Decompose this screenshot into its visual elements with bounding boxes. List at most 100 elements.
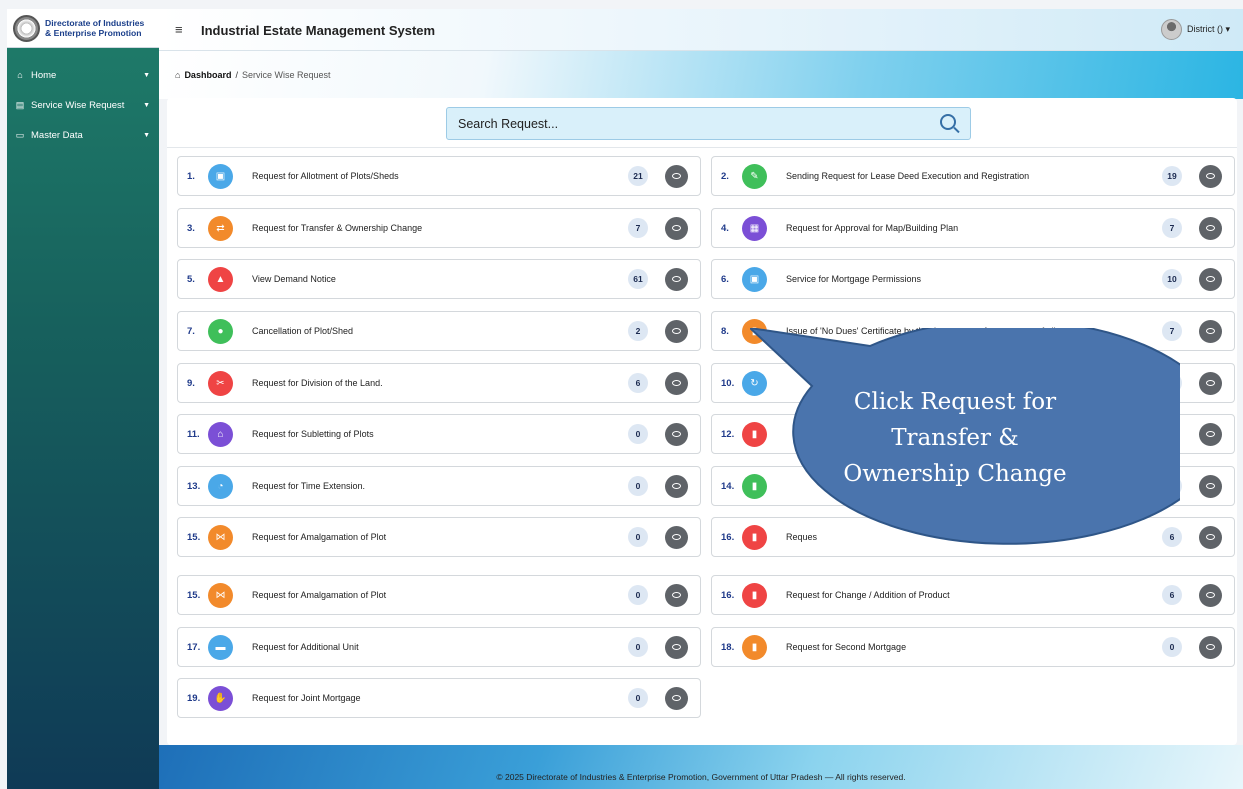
count-badge: 0 bbox=[628, 527, 648, 547]
count-badge: 7 bbox=[1162, 218, 1182, 238]
footer: © 2025 Directorate of Industries & Enter… bbox=[159, 745, 1243, 789]
request-label[interactable]: Request for Amalgamation of Plot bbox=[252, 532, 602, 542]
request-label[interactable]: Request for Approval for Map/Building Pl… bbox=[786, 223, 1136, 233]
user-menu[interactable]: District () ▾ bbox=[1160, 19, 1230, 40]
callout-line-3: Ownership Change bbox=[843, 461, 1067, 487]
request-label[interactable]: View Demand Notice bbox=[252, 274, 602, 284]
view-eye-icon[interactable] bbox=[1199, 319, 1222, 343]
view-eye-icon[interactable] bbox=[665, 583, 688, 607]
view-eye-icon[interactable] bbox=[1199, 371, 1222, 395]
request-label[interactable]: Sending Request for Lease Deed Execution… bbox=[786, 171, 1136, 181]
menu-icon[interactable]: ≡ bbox=[175, 22, 183, 37]
request-card[interactable]: 11. ⌂ Request for Subletting of Plots 0 bbox=[177, 414, 701, 454]
view-eye-icon[interactable] bbox=[665, 474, 688, 498]
sidebar-item-label: Service Wise Request bbox=[31, 99, 125, 111]
topbar: ≡ Industrial Estate Management System Di… bbox=[159, 9, 1243, 51]
breadcrumb: ⌂ Dashboard / Service Wise Request bbox=[175, 70, 331, 80]
view-eye-icon[interactable] bbox=[1199, 525, 1222, 549]
count-badge: 7 bbox=[1162, 321, 1182, 341]
view-eye-icon[interactable] bbox=[1199, 267, 1222, 291]
request-card[interactable]: 18. ▮ Request for Second Mortgage 0 bbox=[711, 627, 1235, 667]
view-eye-icon[interactable] bbox=[1199, 164, 1222, 188]
request-label[interactable]: Reques bbox=[786, 532, 1136, 542]
request-card[interactable]: 6. ▣ Service for Mortgage Permissions 10 bbox=[711, 259, 1235, 299]
callout-line-2: Transfer & bbox=[891, 425, 1019, 451]
request-number: 13. bbox=[187, 480, 201, 492]
request-label[interactable]: Request for Subletting of Plots bbox=[252, 429, 602, 439]
sidebar-item-home[interactable]: ⌂ Home ▼ bbox=[7, 60, 159, 90]
view-eye-icon[interactable] bbox=[665, 319, 688, 343]
request-card[interactable]: 15. ⋈ Request for Amalgamation of Plot 0 bbox=[177, 517, 701, 557]
request-label[interactable]: Cancellation of Plot/Shed bbox=[252, 326, 602, 336]
search-icon[interactable] bbox=[940, 114, 956, 130]
request-label[interactable]: Service for Mortgage Permissions bbox=[786, 274, 1136, 284]
request-label[interactable]: Request for Transfer & Ownership Change bbox=[252, 223, 602, 233]
request-label[interactable]: Request for Division of the Land. bbox=[252, 378, 602, 388]
clock-icon: ◔ bbox=[208, 473, 233, 499]
view-eye-icon[interactable] bbox=[1199, 422, 1222, 446]
footer-text: © 2025 Directorate of Industries & Enter… bbox=[496, 772, 906, 782]
request-card[interactable]: 13. ◔ Request for Time Extension. 0 bbox=[177, 466, 701, 506]
count-badge: 0 bbox=[1162, 637, 1182, 657]
breadcrumb-dashboard[interactable]: Dashboard bbox=[184, 70, 231, 80]
emblem-logo bbox=[13, 14, 40, 42]
view-eye-icon[interactable] bbox=[665, 267, 688, 291]
request-card[interactable]: 16. ▮ Request for Change / Addition of Pro… bbox=[711, 575, 1235, 615]
request-card[interactable]: 19. ✋ Request for Joint Mortgage 0 bbox=[177, 678, 701, 718]
request-number: 18. bbox=[721, 641, 735, 653]
view-eye-icon[interactable] bbox=[1199, 583, 1222, 607]
view-eye-icon[interactable] bbox=[1199, 635, 1222, 659]
app-title: Industrial Estate Management System bbox=[201, 23, 436, 38]
view-eye-icon[interactable] bbox=[665, 635, 688, 659]
request-card[interactable]: 15. ⋈ Request for Amalgamation of Plot 0 bbox=[177, 575, 701, 615]
request-card[interactable]: 2. ✎ Sending Request for Lease Deed Execut… bbox=[711, 156, 1235, 196]
callout-text: Click Request for Transfer & Ownership C… bbox=[805, 384, 1105, 492]
request-label[interactable]: Request for Change / Addition of Product bbox=[786, 590, 1136, 600]
request-card[interactable]: 16. ▮ Reques 6 bbox=[711, 517, 1235, 557]
view-eye-icon[interactable] bbox=[1199, 474, 1222, 498]
count-badge: 61 bbox=[628, 269, 648, 289]
view-eye-icon[interactable] bbox=[665, 371, 688, 395]
request-label[interactable]: Request for Additional Unit bbox=[252, 642, 602, 652]
request-card[interactable]: 1. ▣ Request for Allotment of Plots/Sheds 2… bbox=[177, 156, 701, 196]
count-badge: 7 bbox=[628, 218, 648, 238]
merge-icon: ⋈ bbox=[208, 524, 233, 550]
request-label[interactable]: Issue of 'No Dues' Certificate by the de… bbox=[786, 326, 1136, 336]
request-card[interactable]: 4. ▦ Request for Approval for Map/Building… bbox=[711, 208, 1235, 248]
view-eye-icon[interactable] bbox=[665, 686, 688, 710]
handshake-icon: ✋ bbox=[208, 685, 233, 711]
brand-line-2: & Enterprise Promotion bbox=[45, 28, 142, 38]
brand[interactable]: Directorate of Industries & Enterprise P… bbox=[7, 9, 159, 48]
count-badge: 0 bbox=[628, 688, 648, 708]
view-eye-icon[interactable] bbox=[1199, 216, 1222, 240]
request-card[interactable]: 9. ✂ Request for Division of the Land. 6 bbox=[177, 363, 701, 403]
request-label[interactable]: Request for Second Mortgage bbox=[786, 642, 1136, 652]
request-label[interactable]: Request for Amalgamation of Plot bbox=[252, 590, 602, 600]
sidebar-item-service-wise-request[interactable]: ▤ Service Wise Request ▼ bbox=[7, 90, 159, 120]
request-number: 5. bbox=[187, 273, 195, 285]
request-card[interactable]: 17. ▬ Request for Additional Unit 0 bbox=[177, 627, 701, 667]
file-icon: ▭ bbox=[15, 129, 25, 140]
view-eye-icon[interactable] bbox=[665, 422, 688, 446]
request-number: 7. bbox=[187, 325, 195, 337]
request-label[interactable]: Request for Time Extension. bbox=[252, 481, 602, 491]
search-input[interactable]: Search Request... bbox=[446, 107, 971, 140]
count-badge: 6 bbox=[1162, 585, 1182, 605]
sidebar-item-label: Home bbox=[31, 69, 57, 81]
count-badge: 6 bbox=[628, 373, 648, 393]
sidebar: Directorate of Industries & Enterprise P… bbox=[7, 9, 159, 789]
request-card[interactable]: 5. ▲ View Demand Notice 61 bbox=[177, 259, 701, 299]
view-eye-icon[interactable] bbox=[665, 216, 688, 240]
cancel-icon: ● bbox=[208, 318, 233, 344]
view-eye-icon[interactable] bbox=[665, 525, 688, 549]
request-label[interactable]: Request for Allotment of Plots/Sheds bbox=[252, 171, 602, 181]
request-card[interactable]: 7. ● Cancellation of Plot/Shed 2 bbox=[177, 311, 701, 351]
request-card[interactable]: 3. ⇄ Request for Transfer & Ownership Chan… bbox=[177, 208, 701, 248]
view-eye-icon[interactable] bbox=[665, 164, 688, 188]
request-label[interactable]: Request for Joint Mortgage bbox=[252, 693, 602, 703]
chevron-down-icon: ▼ bbox=[143, 101, 150, 109]
merge-icon: ⋈ bbox=[208, 582, 233, 608]
sidebar-item-master-data[interactable]: ▭ Master Data ▼ bbox=[7, 120, 159, 150]
request-card[interactable]: 8. ▮ Issue of 'No Dues' Certificate by the… bbox=[711, 311, 1235, 351]
breadcrumb-separator: / bbox=[235, 70, 238, 80]
